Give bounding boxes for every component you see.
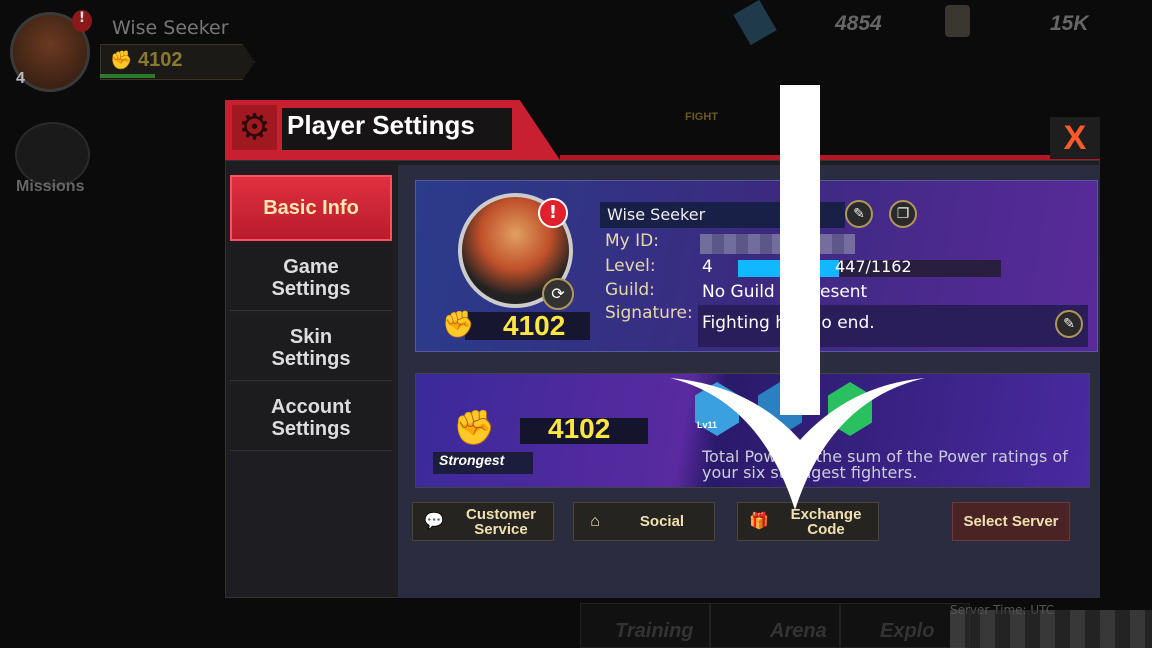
dialog-title: Player Settings	[287, 110, 475, 140]
signature-value: Fighting has no end.	[702, 313, 875, 333]
player-name: Wise Seeker	[607, 205, 706, 224]
sidebar-item-game-settings[interactable]: Game Settings	[230, 245, 392, 311]
strongest-badge-icon: ✊	[453, 408, 496, 448]
power-description: Total Power is the sum of the Power rati…	[702, 447, 1068, 482]
edit-name-icon[interactable]: ✎	[845, 200, 873, 228]
player-id-blurred	[700, 234, 855, 254]
copy-icon[interactable]: ❐	[889, 200, 917, 228]
social-button[interactable]: ⌂ Social	[573, 502, 715, 541]
hud-player-name: Wise Seeker	[112, 17, 229, 39]
hud-alert-badge: !	[72, 10, 92, 32]
id-label: My ID:	[605, 231, 659, 251]
fighter-level: Lv11	[697, 420, 718, 430]
nav-training-label: Training	[615, 620, 694, 642]
strongest-label: Strongest	[433, 452, 533, 474]
change-avatar-icon[interactable]: ⟳	[542, 278, 574, 310]
sidebar-item-account-settings[interactable]: Account Settings	[230, 385, 392, 451]
nav-arena-label: Arena	[770, 620, 827, 642]
edit-signature-icon[interactable]: ✎	[1055, 310, 1083, 338]
gift-icon: 🎁	[749, 513, 769, 530]
exchange-code-button[interactable]: 🎁 Exchange Code	[737, 502, 879, 541]
blurred-region	[950, 610, 1152, 648]
coin-icon	[945, 5, 970, 37]
profile-power: 4102	[503, 310, 566, 341]
xp-bar-fill	[738, 260, 840, 277]
customer-service-button[interactable]: 💬 Customer Service	[412, 502, 554, 541]
fist-icon: ✊	[110, 50, 133, 71]
exchange-code-label: Exchange Code	[790, 505, 862, 538]
level-label: Level:	[605, 256, 656, 276]
fight-label: FIGHT	[685, 111, 718, 123]
currency-1: 4854	[835, 12, 882, 35]
guild-label: Guild:	[605, 280, 655, 300]
header-divider	[560, 155, 1100, 160]
social-label: Social	[639, 513, 685, 530]
fist-icon: ✊	[442, 310, 475, 340]
customer-service-label: Customer Service	[465, 505, 536, 538]
house-icon: ⌂	[590, 513, 600, 530]
chat-icon: 💬	[424, 513, 444, 530]
hud-level: 4	[16, 70, 25, 87]
xp-text: 447/1162	[835, 257, 912, 276]
level-value: 4	[702, 257, 713, 277]
select-server-button[interactable]: Select Server	[952, 502, 1070, 541]
hud-xp-bar	[100, 74, 155, 78]
select-server-label: Select Server	[963, 513, 1059, 530]
sidebar-item-skin-settings[interactable]: Skin Settings	[230, 315, 392, 381]
gear-icon: ⚙	[232, 105, 277, 150]
strongest-power: 4102	[548, 413, 611, 444]
signature-label: Signature:	[605, 303, 693, 323]
sidebar-item-basic-info[interactable]: Basic Info	[230, 175, 392, 241]
ticket-icon	[733, 0, 777, 46]
missions-label: Missions	[16, 178, 85, 195]
currency-2: 15K	[1050, 12, 1089, 35]
hud-power: 4102	[138, 49, 183, 71]
avatar-alert-badge: !	[538, 198, 568, 228]
close-button[interactable]: X	[1050, 117, 1100, 159]
nav-explore-label: Explo	[880, 620, 935, 642]
guild-value: No Guild at present	[702, 282, 868, 302]
